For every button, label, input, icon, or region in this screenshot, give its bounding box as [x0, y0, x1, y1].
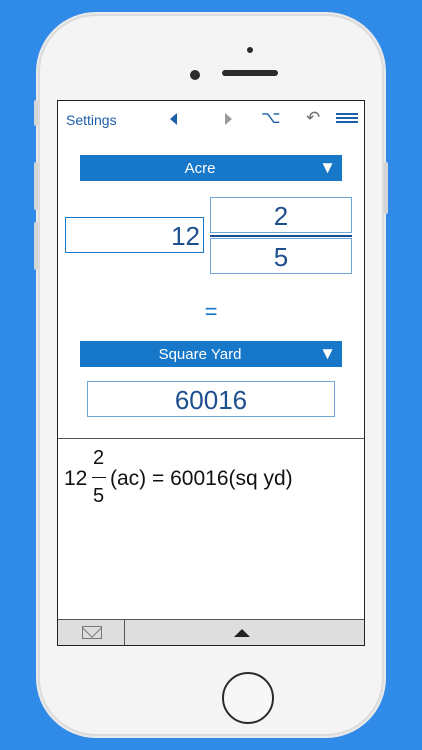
expand-up-icon[interactable] — [234, 629, 250, 637]
from-unit-label: Acre — [184, 160, 216, 177]
section-divider — [58, 438, 364, 439]
volume-up-button — [34, 162, 38, 210]
mail-button[interactable] — [58, 620, 125, 645]
front-camera — [190, 70, 200, 80]
denominator-input[interactable]: 5 — [210, 238, 352, 274]
mute-switch — [34, 100, 38, 126]
to-unit-select[interactable]: Square Yard ▼ — [80, 341, 342, 367]
option-key-icon[interactable]: ⌥ — [261, 108, 281, 128]
fraction-bar — [210, 235, 352, 237]
front-sensor — [247, 47, 253, 53]
dropdown-arrow-icon: ▼ — [319, 158, 336, 177]
prev-arrow-icon[interactable] — [170, 113, 177, 125]
home-button[interactable] — [222, 672, 274, 724]
expression-numerator: 2 — [93, 447, 105, 469]
next-arrow-icon[interactable] — [225, 113, 232, 125]
volume-down-button — [34, 222, 38, 270]
settings-button[interactable]: Settings — [66, 112, 117, 128]
toolbar: Settings ⌥ ↶ — [58, 101, 364, 139]
from-unit-select[interactable]: Acre ▼ — [80, 155, 342, 181]
whole-number-input[interactable]: 12 — [65, 217, 204, 253]
undo-icon[interactable]: ↶ — [306, 108, 320, 128]
app-screen: Settings ⌥ ↶ Acre ▼ 12 2 5 = Square Yard… — [57, 100, 365, 646]
equals-sign: = — [204, 299, 218, 324]
expression-rest: (ac) = 60016(sq yd) — [110, 467, 293, 490]
earpiece-speaker — [222, 70, 278, 76]
envelope-icon — [82, 626, 102, 639]
dropdown-arrow-icon: ▼ — [319, 344, 336, 363]
expression-whole: 12 — [64, 467, 88, 490]
power-button — [384, 162, 388, 214]
result-output: 60016 — [87, 381, 335, 417]
hamburger-menu-icon[interactable] — [336, 113, 358, 123]
expression-fraction-bar — [92, 477, 106, 478]
to-unit-label: Square Yard — [158, 346, 242, 363]
expression-denominator: 5 — [93, 485, 105, 507]
numerator-input[interactable]: 2 — [210, 197, 352, 233]
bottom-bar — [58, 619, 364, 645]
